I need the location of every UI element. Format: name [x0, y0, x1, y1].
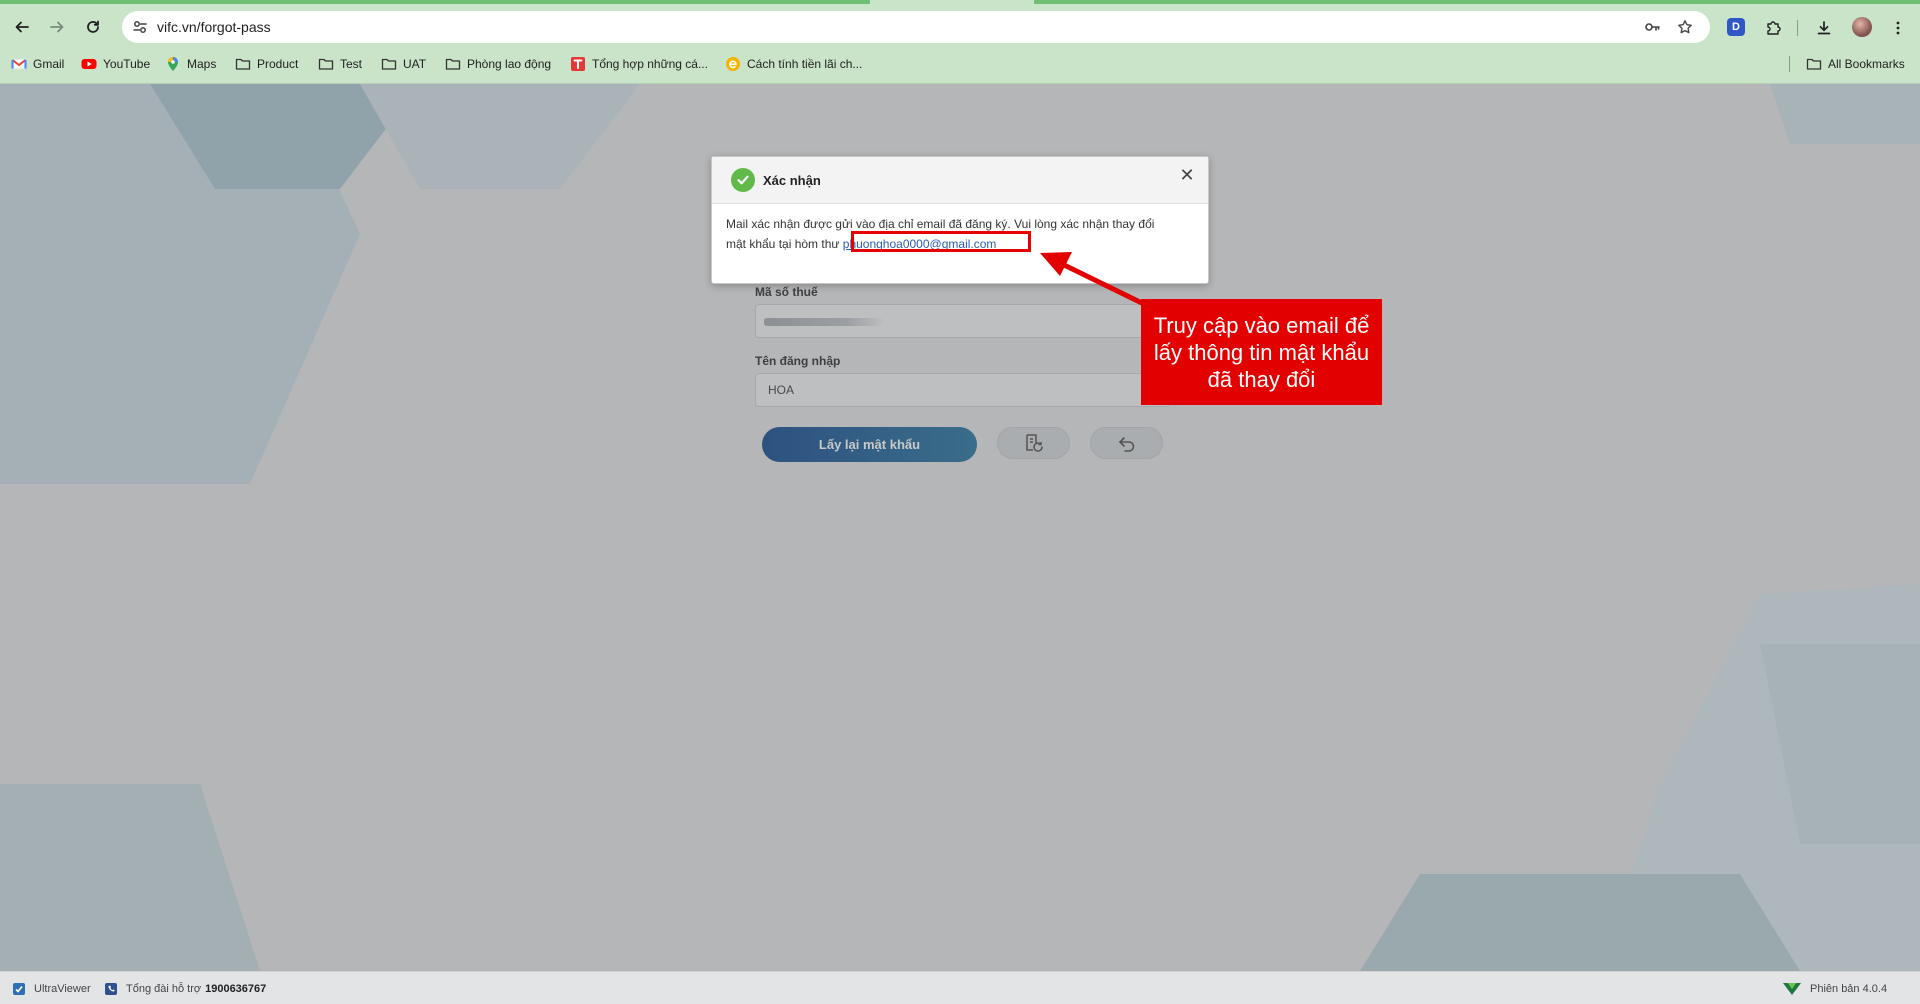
- bookmark-star-icon[interactable]: [1677, 19, 1693, 35]
- ultraviewer-icon: [12, 982, 26, 996]
- folder-icon: [235, 56, 251, 72]
- version-info: Phiên bản 4.0.4: [1782, 982, 1887, 996]
- tab-strip: [0, 0, 1920, 10]
- folder-icon: [1806, 56, 1822, 72]
- site-settings-icon[interactable]: [132, 19, 148, 35]
- tab-indicator: [0, 0, 870, 4]
- password-key-icon[interactable]: [1644, 19, 1660, 35]
- bookmark-folder-uat[interactable]: UAT: [381, 55, 426, 73]
- email-highlight-box: [851, 231, 1031, 252]
- address-bar[interactable]: vifc.vn/forgot-pass: [122, 11, 1710, 43]
- folder-icon: [381, 56, 397, 72]
- hotline-info: Tổng đài hỗ trợ 1900636767: [104, 982, 266, 996]
- bookmark-cach-tinh-tien-lai[interactable]: Cách tính tiền lãi ch...: [725, 55, 862, 73]
- dialog-header: Xác nhận ✕: [712, 157, 1208, 204]
- folder-icon: [445, 56, 461, 72]
- tab-indicator: [1034, 0, 1920, 4]
- confirmation-dialog: Xác nhận ✕ Mail xác nhận được gửi vào đị…: [711, 156, 1209, 284]
- extensions-puzzle-icon[interactable]: [1764, 19, 1782, 37]
- phone-icon: [104, 982, 118, 996]
- bookmark-folder-test[interactable]: Test: [318, 55, 362, 73]
- e-logo-icon: [725, 56, 741, 72]
- footer-bar: UltraViewer Tổng đài hỗ trợ 1900636767 Ph…: [0, 971, 1920, 1004]
- folder-icon: [318, 56, 334, 72]
- back-button[interactable]: [9, 14, 35, 40]
- bookmark-folder-phong-lao-dong[interactable]: Phòng lao động: [445, 55, 551, 73]
- annotation-callout: Truy cập vào email để lấy thông tin mật …: [1141, 299, 1382, 405]
- vifc-logo-icon: [1782, 982, 1802, 996]
- menu-kebab-icon[interactable]: [1889, 19, 1907, 37]
- t-logo-icon: [570, 56, 586, 72]
- bookmark-folder-product[interactable]: Product: [235, 55, 298, 73]
- bookmark-maps[interactable]: Maps: [165, 55, 216, 73]
- reload-icon: [87, 20, 99, 33]
- toolbar-divider: [1797, 20, 1798, 36]
- browser-toolbar: vifc.vn/forgot-pass D: [0, 10, 1920, 44]
- gmail-icon: [11, 56, 27, 72]
- check-circle-icon: [731, 168, 755, 192]
- arrow-right-icon: [50, 21, 64, 33]
- bookmark-youtube[interactable]: YouTube: [81, 55, 150, 73]
- bookmark-tong-hop[interactable]: Tổng hợp những cá...: [570, 55, 708, 73]
- bookmarks-divider: [1789, 56, 1790, 72]
- dialog-message-prefix: mật khẩu tại hòm thư: [726, 237, 840, 251]
- download-icon[interactable]: [1815, 19, 1833, 37]
- all-bookmarks-button[interactable]: All Bookmarks: [1806, 55, 1905, 73]
- bookmarks-bar: Gmail YouTube Maps Product Test UAT Phòn…: [0, 44, 1920, 84]
- maps-pin-icon: [165, 56, 181, 72]
- url-text[interactable]: vifc.vn/forgot-pass: [157, 19, 271, 35]
- arrow-left-icon: [15, 21, 29, 33]
- youtube-icon: [81, 56, 97, 72]
- extension-d-icon[interactable]: D: [1727, 18, 1745, 36]
- forward-button[interactable]: [44, 14, 70, 40]
- close-icon[interactable]: ✕: [1177, 165, 1197, 185]
- reload-button[interactable]: [80, 14, 106, 40]
- ultraviewer-link[interactable]: UltraViewer: [12, 982, 91, 996]
- dialog-title: Xác nhận: [763, 173, 821, 188]
- bookmark-gmail[interactable]: Gmail: [11, 55, 64, 73]
- profile-avatar[interactable]: [1852, 17, 1872, 37]
